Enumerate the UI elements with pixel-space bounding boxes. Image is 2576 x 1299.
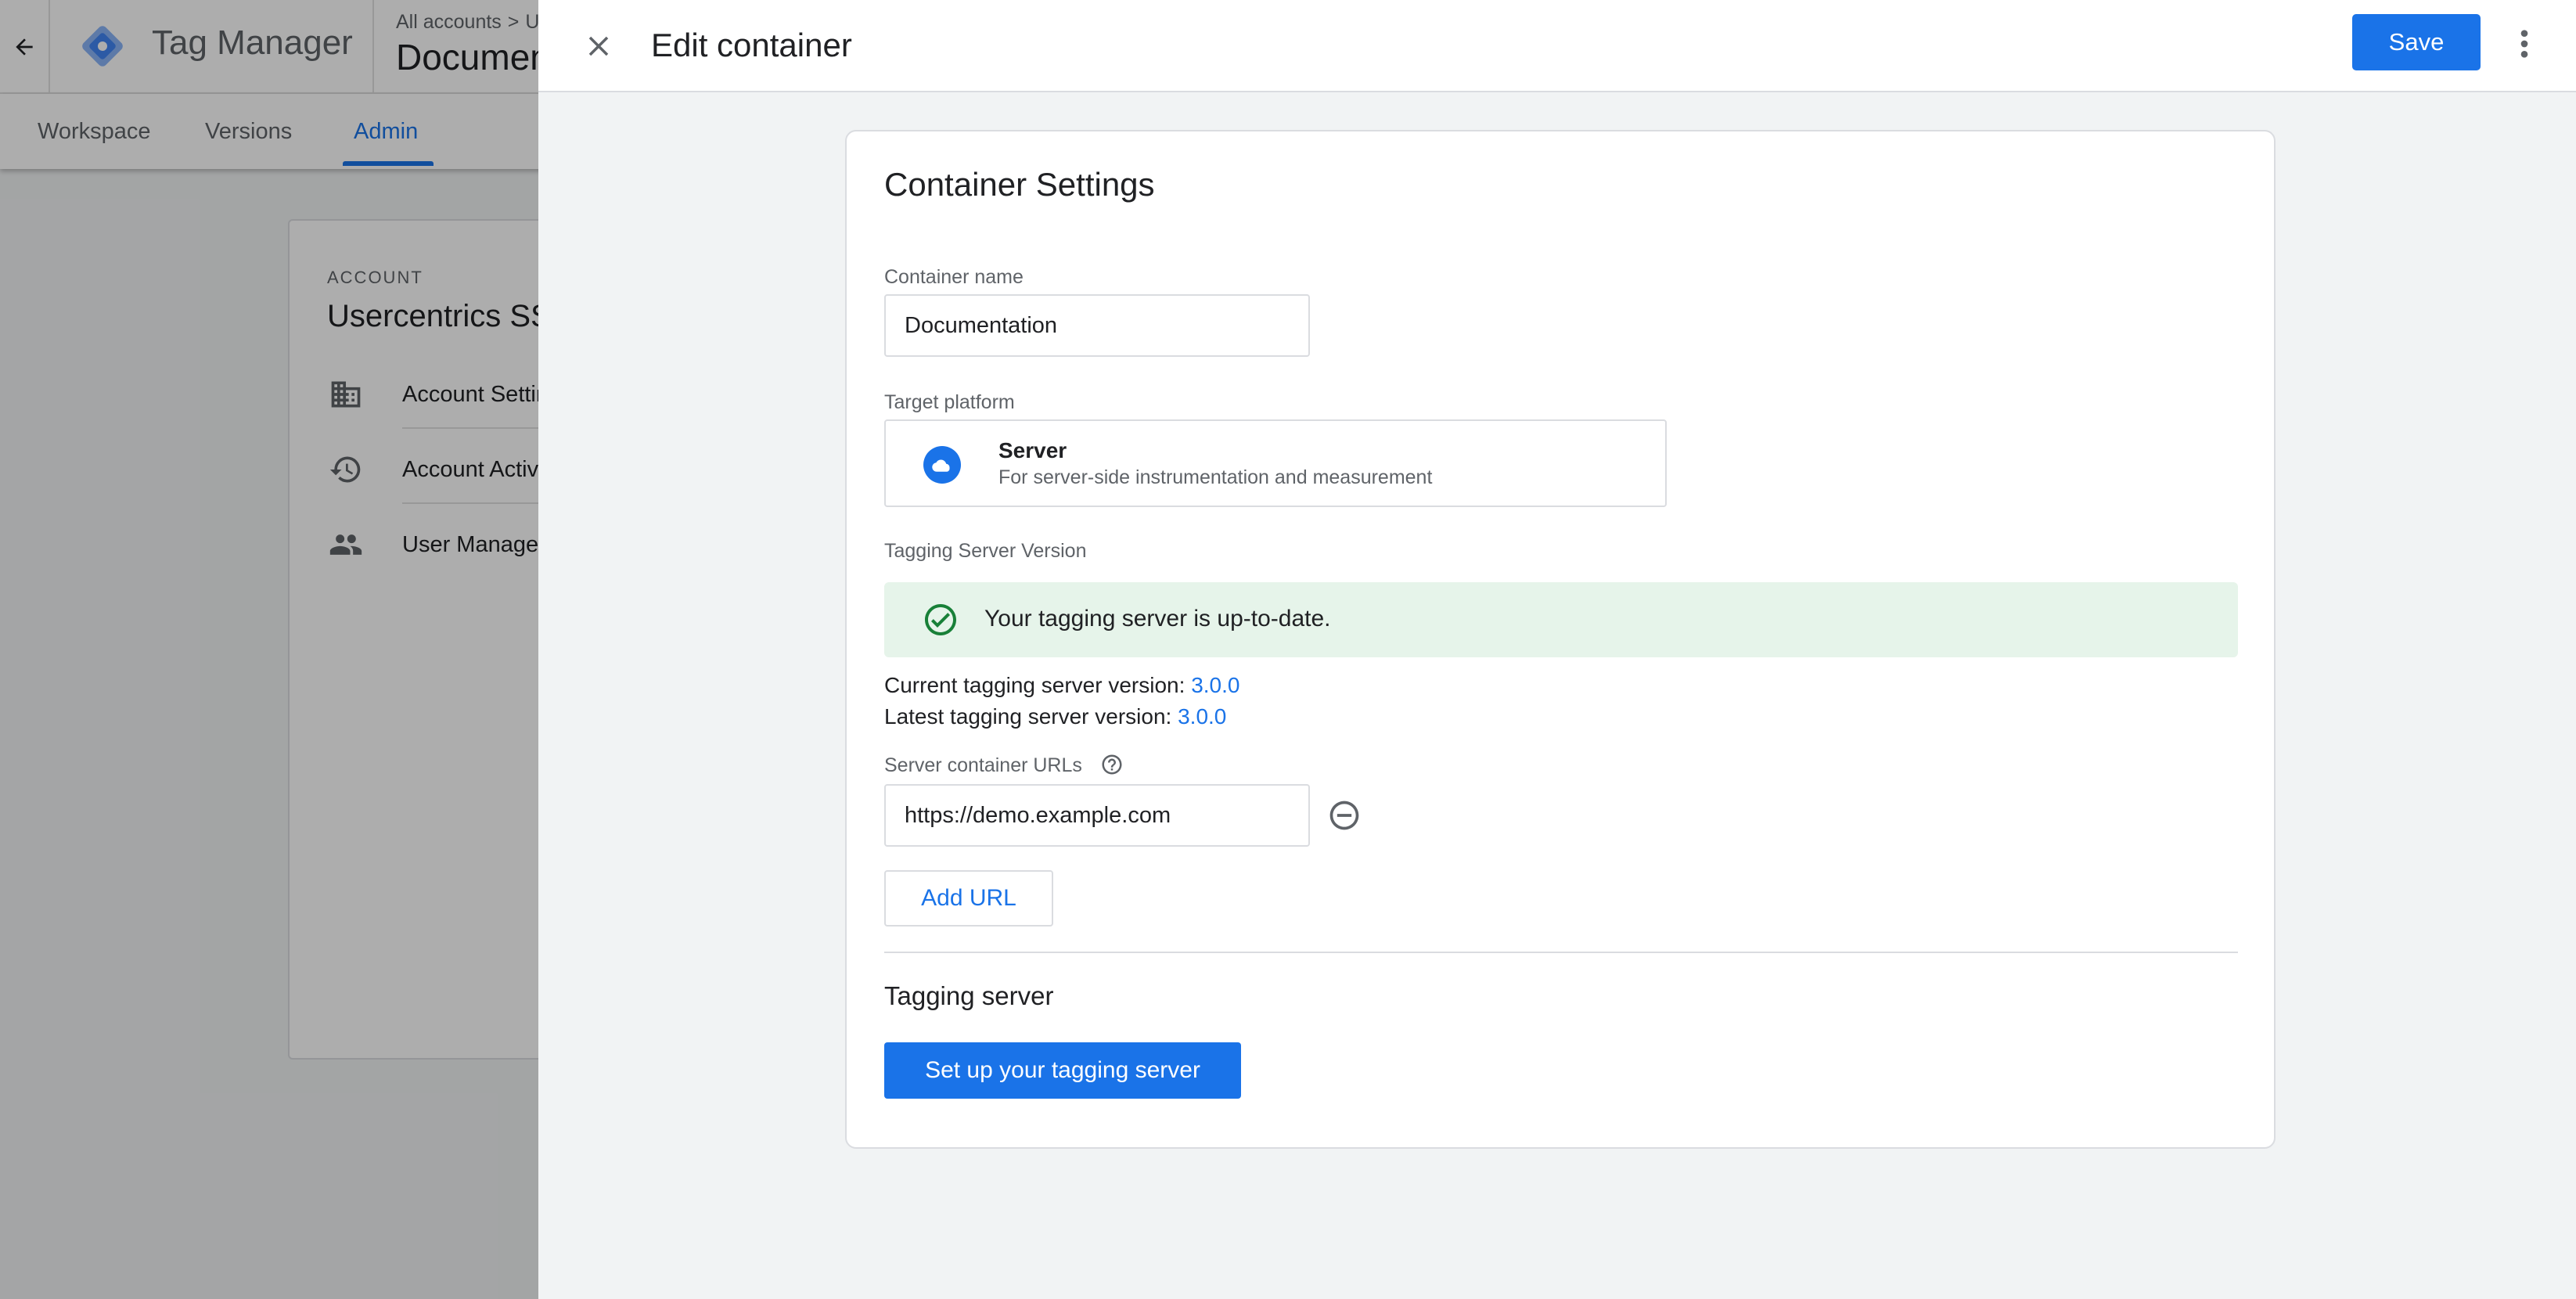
setup-tagging-server-button[interactable]: Set up your tagging server (884, 1042, 1241, 1099)
remove-circle-icon (1329, 801, 1359, 830)
panel-header: Edit container Save (538, 0, 2576, 92)
panel-title: Edit container (651, 27, 852, 63)
status-banner: Your tagging server is up-to-date. (884, 582, 2238, 657)
add-url-button[interactable]: Add URL (884, 870, 1053, 927)
more-vert-icon (2520, 30, 2528, 58)
target-platform-label: Target platform (884, 391, 1015, 413)
target-platform-option[interactable]: Server For server-side instrumentation a… (884, 419, 1667, 507)
current-version-label: Current tagging server version: (884, 673, 1185, 697)
platform-description: For server-side instrumentation and meas… (998, 466, 1433, 488)
server-urls-label: Server container URLs (884, 754, 1082, 776)
edit-container-panel: Edit container Save Container Settings C… (538, 0, 2576, 1299)
cloud-icon (923, 446, 961, 484)
help-icon[interactable] (1100, 753, 1124, 776)
platform-name: Server (998, 438, 1067, 462)
container-name-input[interactable] (884, 294, 1310, 357)
container-settings-card: Container Settings Container name Target… (845, 130, 2276, 1149)
latest-version-label: Latest tagging server version: (884, 704, 1172, 729)
close-button[interactable] (576, 23, 621, 69)
server-url-input[interactable] (884, 784, 1310, 847)
more-options-button[interactable] (2509, 23, 2540, 64)
current-version-value[interactable]: 3.0.0 (1191, 673, 1239, 697)
container-name-label: Container name (884, 266, 1024, 288)
check-circle-icon (925, 604, 956, 635)
latest-version-line: Latest tagging server version: 3.0.0 (884, 704, 1226, 729)
status-message: Your tagging server is up-to-date. (984, 606, 1331, 632)
tagging-server-section-title: Tagging server (884, 981, 1054, 1010)
current-version-line: Current tagging server version: 3.0.0 (884, 673, 1239, 698)
container-settings-title: Container Settings (884, 166, 1155, 203)
close-icon (588, 36, 609, 56)
section-divider (884, 952, 2238, 953)
save-button[interactable]: Save (2352, 14, 2481, 70)
tagging-server-version-label: Tagging Server Version (884, 540, 1087, 562)
remove-url-button[interactable] (1326, 797, 1363, 834)
latest-version-value[interactable]: 3.0.0 (1178, 704, 1226, 729)
